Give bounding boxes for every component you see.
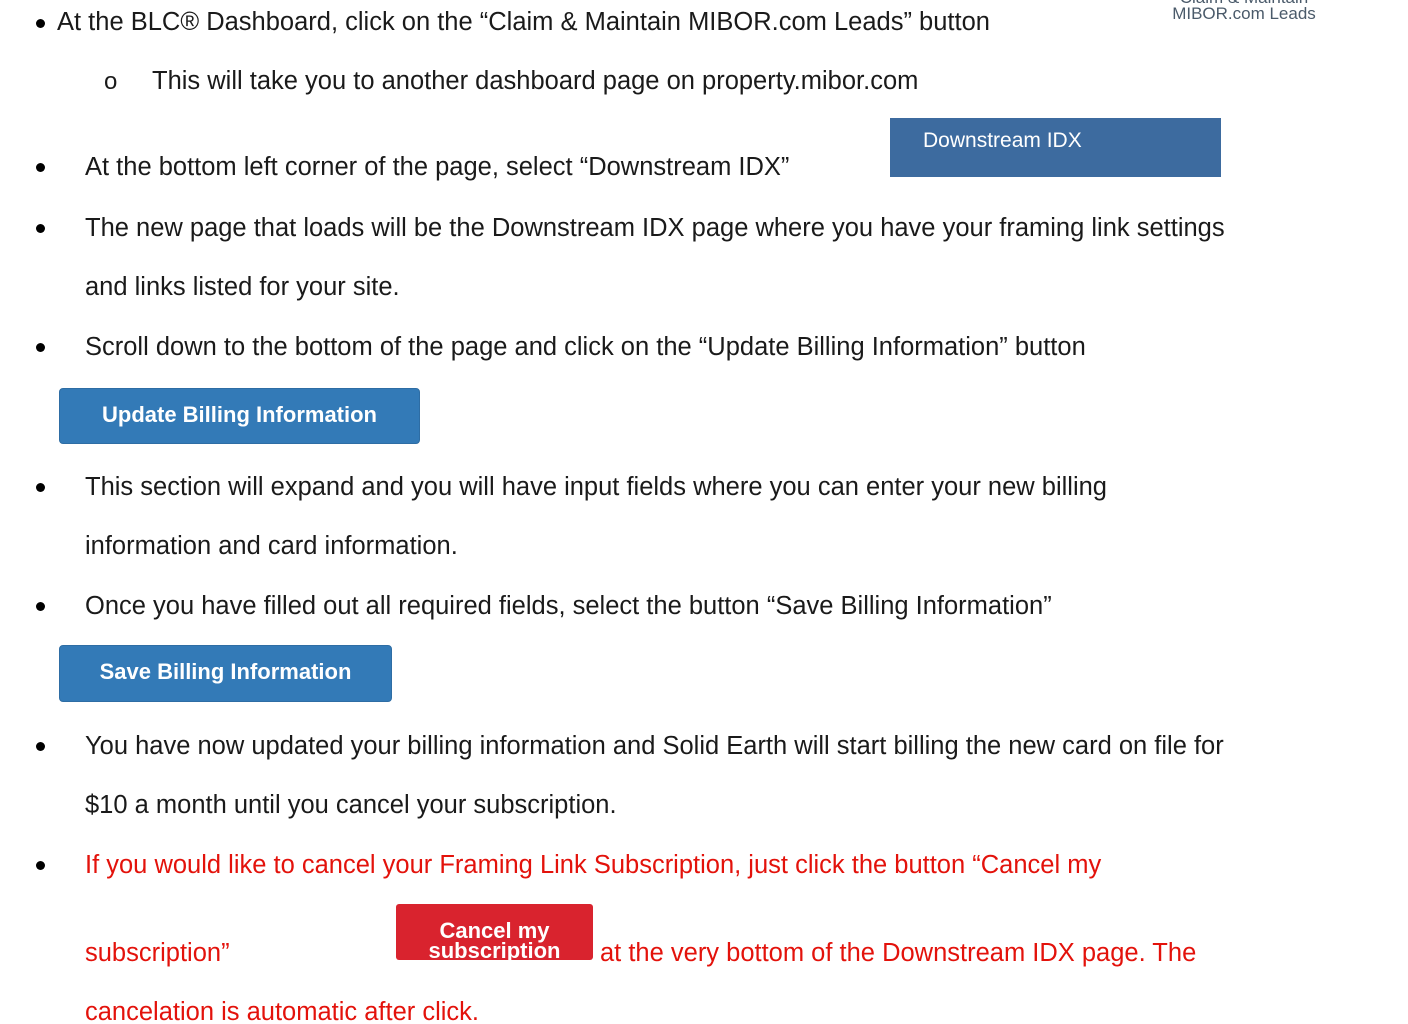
step-downstream-text: At the bottom left corner of the page, s… xyxy=(85,153,790,181)
claim-maintain-button-snippet: Claim & Maintain MIBOR.com Leads xyxy=(1154,0,1354,30)
bullet xyxy=(36,861,45,870)
step-dashboard-note: This will take you to another dashboard … xyxy=(152,67,919,95)
bullet xyxy=(36,19,45,28)
step-new-page-text-1: The new page that loads will be the Down… xyxy=(85,214,1225,242)
save-billing-button-snippet: Save Billing Information xyxy=(59,645,392,702)
step-scroll-text: Scroll down to the bottom of the page an… xyxy=(85,333,1086,361)
step-updated-text-1: You have now updated your billing inform… xyxy=(85,732,1224,760)
step-cancel-text-1: If you would like to cancel your Framing… xyxy=(85,851,1102,879)
step-claim-text: At the BLC® Dashboard, click on the “Cla… xyxy=(57,8,990,36)
bullet xyxy=(36,602,45,611)
step-cancel-text-2b: at the very bottom of the Downstream IDX… xyxy=(600,939,1197,967)
step-cancel-text-3: cancelation is automatic after click. xyxy=(85,998,480,1024)
step-expand-text-1: This section will expand and you will ha… xyxy=(85,473,1107,501)
step-updated-text-2: $10 a month until you cancel your subscr… xyxy=(85,791,617,819)
update-billing-button-snippet: Update Billing Information xyxy=(59,388,420,444)
downstream-idx-button-snippet: Downstream IDX xyxy=(890,118,1221,177)
step-expand-text-2: information and card information. xyxy=(85,532,458,560)
bullet xyxy=(36,742,45,751)
bullet xyxy=(36,483,45,492)
bullet xyxy=(36,343,45,352)
bullet xyxy=(36,224,45,233)
bullet xyxy=(36,163,45,172)
cancel-subscription-button-snippet: Cancel my subscription xyxy=(396,904,593,962)
claim-button-line2: MIBOR.com Leads xyxy=(1172,4,1316,23)
sub-bullet: o xyxy=(104,68,118,95)
step-save-text: Once you have filled out all required fi… xyxy=(85,592,1052,620)
step-cancel-text-2a: subscription” xyxy=(85,939,230,967)
step-new-page-text-2: and links listed for your site. xyxy=(85,273,400,301)
